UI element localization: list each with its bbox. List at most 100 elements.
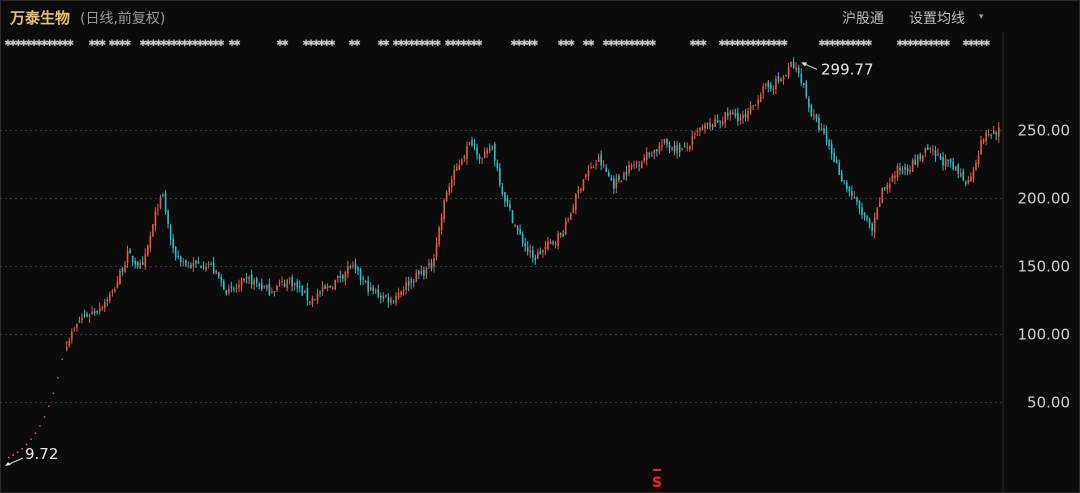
candle[interactable] [220, 274, 223, 287]
candle[interactable] [797, 64, 800, 78]
candle[interactable] [562, 230, 564, 238]
candle[interactable] [182, 258, 185, 267]
candle[interactable] [585, 173, 587, 180]
candle[interactable] [223, 279, 225, 290]
candle[interactable] [162, 192, 164, 198]
event-marker-icon[interactable]: ✱ [434, 39, 442, 49]
candle[interactable] [311, 295, 314, 308]
candle[interactable] [506, 195, 509, 207]
candle[interactable] [116, 276, 119, 289]
candle[interactable] [339, 270, 342, 283]
event-marker-icon[interactable]: ✱ [99, 39, 107, 49]
candle[interactable] [972, 166, 975, 183]
candle[interactable] [291, 274, 294, 292]
candle[interactable] [136, 260, 139, 269]
candle[interactable] [957, 163, 960, 179]
candle[interactable] [412, 279, 415, 288]
candle[interactable] [610, 174, 613, 181]
event-marker-icon[interactable]: ✱ [587, 39, 595, 49]
candle[interactable] [818, 113, 820, 133]
candle[interactable] [658, 142, 661, 155]
candle[interactable] [995, 131, 998, 141]
candle[interactable] [828, 138, 830, 150]
candle[interactable] [858, 200, 861, 215]
candle[interactable] [916, 153, 919, 168]
candle[interactable] [676, 140, 678, 159]
candle[interactable] [319, 290, 321, 297]
candle[interactable] [349, 264, 352, 270]
candle[interactable] [367, 275, 369, 296]
candle[interactable] [757, 95, 760, 110]
candle[interactable] [909, 165, 911, 175]
candle[interactable] [400, 290, 402, 298]
candle[interactable] [428, 258, 430, 270]
candle[interactable] [899, 162, 901, 176]
candle[interactable] [706, 122, 709, 129]
candle[interactable] [901, 165, 904, 175]
candle[interactable] [98, 302, 101, 315]
candle[interactable] [225, 289, 228, 296]
candle[interactable] [678, 142, 681, 157]
candle[interactable] [86, 311, 88, 318]
candle[interactable] [499, 163, 501, 188]
candle[interactable] [119, 268, 121, 285]
candle[interactable] [800, 68, 803, 86]
candle[interactable] [906, 164, 909, 176]
candle[interactable] [382, 292, 385, 303]
candle[interactable] [790, 61, 792, 68]
candle[interactable] [511, 209, 514, 224]
candle[interactable] [924, 147, 927, 158]
candle[interactable] [248, 275, 250, 285]
candle[interactable] [866, 214, 868, 222]
candle[interactable] [109, 291, 111, 304]
candle[interactable] [582, 179, 585, 192]
candle[interactable] [613, 175, 615, 194]
candle[interactable] [635, 160, 638, 169]
candle[interactable] [174, 246, 177, 261]
candle[interactable] [114, 287, 116, 293]
candle[interactable] [671, 146, 673, 152]
candle[interactable] [962, 168, 965, 182]
candle[interactable] [458, 159, 461, 171]
candle[interactable] [600, 150, 602, 170]
candle[interactable] [749, 101, 752, 115]
candle[interactable] [572, 203, 575, 213]
candle[interactable] [468, 141, 471, 146]
event-marker-icon[interactable]: ✱ [649, 39, 657, 49]
candle[interactable] [792, 57, 795, 69]
candle[interactable] [301, 284, 304, 297]
candle[interactable] [960, 168, 962, 178]
candle[interactable] [595, 159, 597, 170]
candle[interactable] [418, 269, 420, 280]
candle[interactable] [625, 165, 628, 181]
candle[interactable] [732, 109, 734, 115]
candle[interactable] [481, 157, 483, 165]
candle[interactable] [620, 180, 623, 183]
candle[interactable] [154, 207, 157, 232]
candle[interactable] [486, 147, 489, 158]
candle[interactable] [483, 147, 486, 159]
candle[interactable] [825, 125, 828, 146]
event-marker-icon[interactable]: ✱ [233, 39, 241, 49]
candle[interactable] [645, 147, 648, 166]
candle[interactable] [752, 105, 754, 111]
candle[interactable] [666, 138, 668, 148]
candle[interactable] [681, 147, 684, 151]
candle[interactable] [615, 173, 618, 194]
candle[interactable] [544, 241, 547, 255]
candle[interactable] [425, 267, 428, 279]
candle[interactable] [716, 114, 719, 123]
candle[interactable] [954, 166, 957, 171]
candle[interactable] [891, 173, 894, 183]
candle[interactable] [846, 179, 848, 193]
candle[interactable] [539, 247, 542, 255]
candle[interactable] [904, 163, 906, 176]
candle[interactable] [894, 171, 896, 185]
candle[interactable] [152, 223, 154, 237]
candle[interactable] [696, 127, 699, 137]
candle[interactable] [435, 237, 438, 261]
candle[interactable] [141, 256, 144, 265]
candle[interactable] [276, 284, 278, 293]
candle[interactable] [628, 160, 630, 177]
candle[interactable] [868, 217, 871, 229]
